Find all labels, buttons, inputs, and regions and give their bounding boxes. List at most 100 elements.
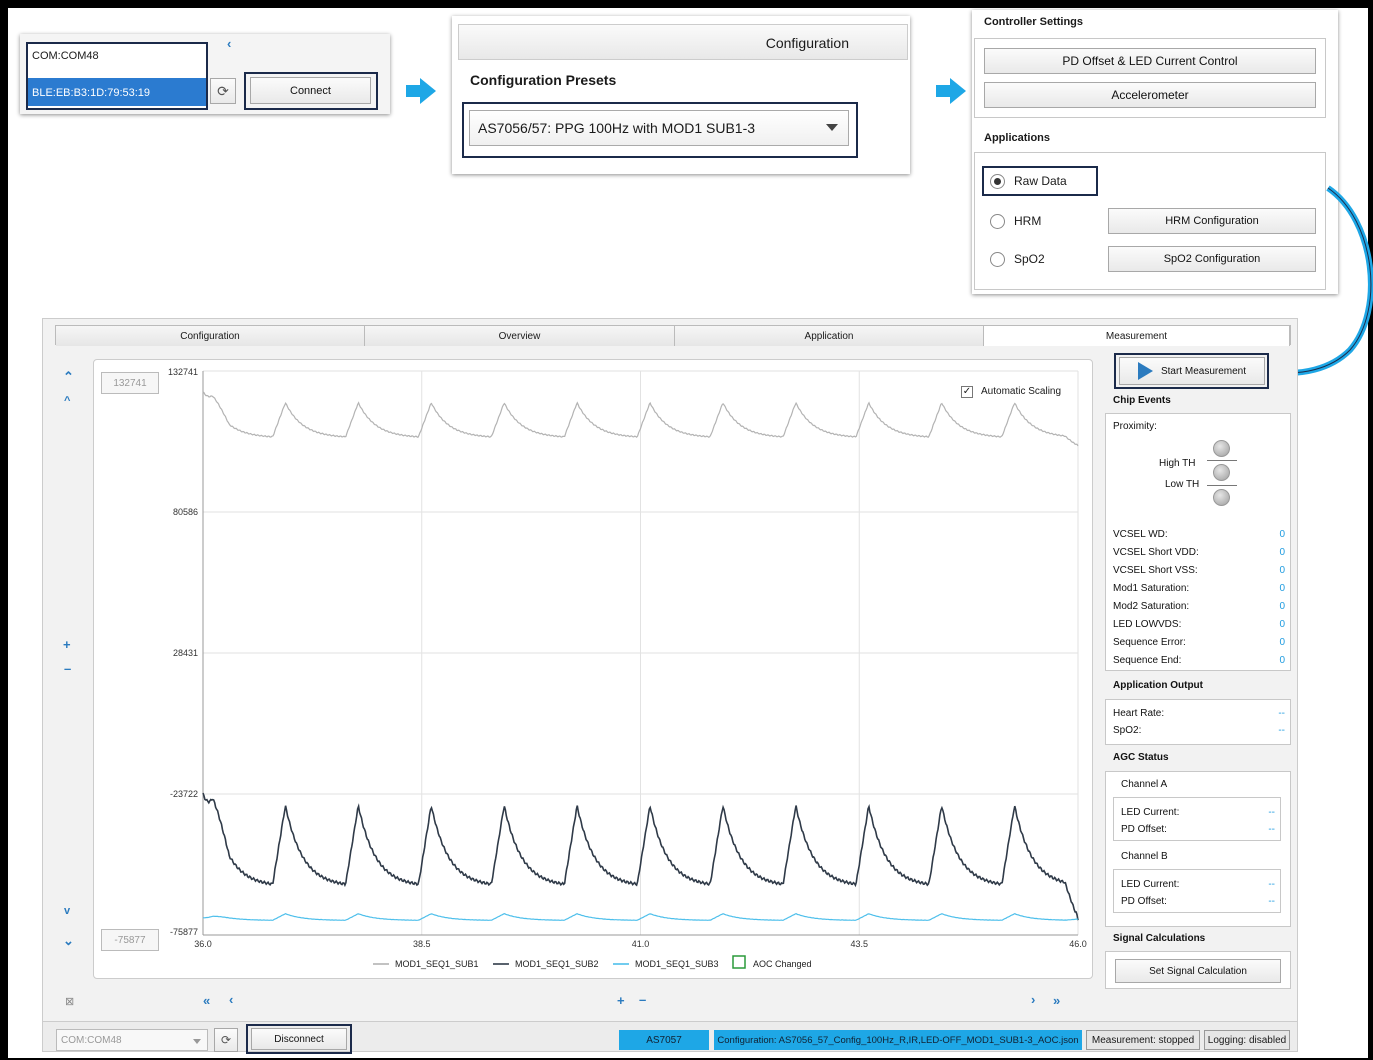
set-signal-calculation-button[interactable]: Set Signal Calculation bbox=[1115, 959, 1281, 983]
scroll-top-icon[interactable]: ⌃ bbox=[63, 369, 74, 385]
disconnect-button[interactable]: Disconnect bbox=[251, 1028, 347, 1050]
flow-arrow-2 bbox=[936, 78, 966, 104]
y-tick-label: 132741 bbox=[168, 367, 198, 377]
high-th-label: High TH bbox=[1159, 458, 1196, 469]
preset-select[interactable]: AS7056/57: PPG 100Hz with MOD1 SUB1-3 bbox=[469, 110, 849, 146]
chip-event-value: 0 bbox=[1279, 529, 1285, 540]
page-prev-icon[interactable]: ‹ bbox=[229, 992, 233, 1007]
page-last-icon[interactable]: » bbox=[1053, 993, 1060, 1008]
collapse-icon[interactable]: ‹ bbox=[227, 36, 231, 51]
tab-application[interactable]: Application bbox=[675, 326, 984, 346]
start-measurement-button[interactable]: Start Measurement bbox=[1119, 357, 1265, 385]
legend-label: MOD1_SEQ1_SUB1 bbox=[395, 959, 479, 969]
aoc-legend-box bbox=[732, 955, 746, 969]
refresh-ports-button[interactable]: ⟳ bbox=[210, 78, 236, 104]
spo2-radio[interactable] bbox=[990, 252, 1005, 267]
refresh-ports-button-bottom[interactable]: ⟳ bbox=[214, 1028, 238, 1052]
port-option[interactable]: COM:COM48 bbox=[32, 50, 99, 62]
x-zoom-in-icon[interactable]: + bbox=[617, 993, 625, 1008]
spo2-output-label: SpO2: bbox=[1113, 725, 1142, 736]
chip-event-label: Mod2 Saturation: bbox=[1113, 601, 1190, 612]
channel-a-led-value: -- bbox=[1268, 807, 1275, 818]
heart-rate-value: -- bbox=[1278, 708, 1285, 719]
automatic-scaling-label: Automatic Scaling bbox=[981, 386, 1062, 397]
chevron-down-icon bbox=[193, 1039, 201, 1044]
application-output-heading: Application Output bbox=[1113, 680, 1203, 691]
port-dropdown-list[interactable]: COM:COM48 BLE:EB:B3:1D:79:53:19 bbox=[26, 42, 208, 110]
port-select[interactable]: COM:COM48 bbox=[56, 1029, 208, 1051]
y-tick-label: 80586 bbox=[173, 507, 198, 517]
line-chart: 132741 80586 28431 -23722 -75877 36.0 38.5 41.0… bbox=[168, 367, 1087, 969]
x-tick-label: 43.5 bbox=[850, 939, 868, 949]
x-tick-label: 41.0 bbox=[632, 939, 650, 949]
check-icon: ✓ bbox=[962, 386, 972, 397]
start-measurement-label: Start Measurement bbox=[1160, 365, 1247, 377]
tab-configuration[interactable]: Configuration bbox=[56, 326, 365, 346]
channel-a-pd-label: PD Offset: bbox=[1121, 824, 1167, 835]
chip-event-value: 0 bbox=[1279, 547, 1285, 558]
chip-event-label: Sequence End: bbox=[1113, 655, 1182, 666]
main-window: Configuration Overview Application Measu… bbox=[42, 318, 1298, 1052]
raw-data-radio[interactable] bbox=[990, 174, 1005, 189]
channel-b-led-label: LED Current: bbox=[1121, 879, 1180, 890]
chip-event-value: 0 bbox=[1279, 583, 1285, 594]
refresh-icon: ⟳ bbox=[220, 1033, 232, 1047]
threshold-line-high bbox=[1207, 460, 1237, 461]
chip-event-label: Sequence Error: bbox=[1113, 637, 1186, 648]
x-zoom-out-icon[interactable]: – bbox=[639, 992, 646, 1007]
automatic-scaling-checkbox[interactable]: ✓ bbox=[961, 386, 973, 398]
applications-heading: Applications bbox=[984, 132, 1051, 144]
accelerometer-button[interactable]: Accelerometer bbox=[984, 82, 1316, 108]
chip-event-label: VCSEL Short VDD: bbox=[1113, 547, 1199, 558]
page-next-icon[interactable]: › bbox=[1031, 992, 1035, 1007]
flow-arrow-1 bbox=[406, 78, 436, 104]
pd-offset-led-button[interactable]: PD Offset & LED Current Control bbox=[984, 48, 1316, 74]
config-presets-panel: Configuration Configuration Presets AS70… bbox=[452, 16, 910, 174]
play-icon bbox=[1137, 362, 1153, 380]
zoom-out-icon[interactable]: – bbox=[64, 661, 71, 676]
x-tick-label: 46.0 bbox=[1069, 939, 1087, 949]
measurement-status: Measurement: stopped bbox=[1086, 1030, 1200, 1050]
tab-measurement[interactable]: Measurement bbox=[984, 326, 1290, 346]
zoom-in-icon[interactable]: + bbox=[63, 637, 71, 652]
config-tab-label[interactable]: Configuration bbox=[766, 35, 849, 51]
page-first-icon[interactable]: « bbox=[203, 993, 210, 1008]
chip-event-label: VCSEL WD: bbox=[1113, 529, 1168, 540]
scroll-bottom-icon[interactable]: ⌄ bbox=[63, 933, 74, 949]
raw-data-label: Raw Data bbox=[1014, 174, 1067, 188]
chip-event-value: 0 bbox=[1279, 655, 1285, 666]
connect-button[interactable]: Connect bbox=[250, 77, 371, 104]
proximity-indicator bbox=[1213, 440, 1230, 457]
config-status: Configuration: AS7056_57_Config_100Hz_R,… bbox=[714, 1030, 1082, 1050]
preset-value: AS7056/57: PPG 100Hz with MOD1 SUB1-3 bbox=[478, 120, 756, 136]
channel-a-led-label: LED Current: bbox=[1121, 807, 1180, 818]
presets-heading: Configuration Presets bbox=[470, 72, 617, 88]
fit-icon[interactable]: ⊠ bbox=[65, 995, 74, 1008]
port-option-selected[interactable]: BLE:EB:B3:1D:79:53:19 bbox=[28, 78, 206, 106]
port-select-value: COM:COM48 bbox=[61, 1035, 122, 1046]
chip-event-label: VCSEL Short VSS: bbox=[1113, 565, 1198, 576]
chip-event-value: 0 bbox=[1279, 601, 1285, 612]
proximity-label: Proximity: bbox=[1113, 421, 1157, 432]
spo2-label: SpO2 bbox=[1014, 252, 1045, 266]
tab-bar: Configuration Overview Application Measu… bbox=[55, 325, 1291, 346]
config-tab-header: Configuration bbox=[458, 24, 908, 60]
low-th-indicator bbox=[1213, 489, 1230, 506]
chip-events-group bbox=[1105, 413, 1291, 671]
controller-heading: Controller Settings bbox=[984, 16, 1084, 28]
y-tick-label: -75877 bbox=[170, 927, 198, 937]
y-tick-label: -23722 bbox=[170, 789, 198, 799]
scroll-up-icon[interactable]: ^ bbox=[64, 395, 70, 407]
channel-a-pd-value: -- bbox=[1268, 824, 1275, 835]
scroll-down-icon[interactable]: v bbox=[64, 905, 70, 917]
tab-overview[interactable]: Overview bbox=[365, 326, 675, 346]
connect-panel: « ‹ COM:COM48 BLE:EB:B3:1D:79:53:19 ⟳ Co… bbox=[20, 34, 390, 114]
high-th-indicator bbox=[1213, 464, 1230, 481]
hrm-radio[interactable] bbox=[990, 214, 1005, 229]
signal-calculations-heading: Signal Calculations bbox=[1113, 933, 1206, 944]
channel-b-led-value: -- bbox=[1268, 879, 1275, 890]
heart-rate-label: Heart Rate: bbox=[1113, 708, 1165, 719]
channel-b-pd-value: -- bbox=[1268, 896, 1275, 907]
aoc-legend-label: AOC Changed bbox=[753, 959, 812, 969]
chevron-down-icon bbox=[826, 124, 838, 131]
